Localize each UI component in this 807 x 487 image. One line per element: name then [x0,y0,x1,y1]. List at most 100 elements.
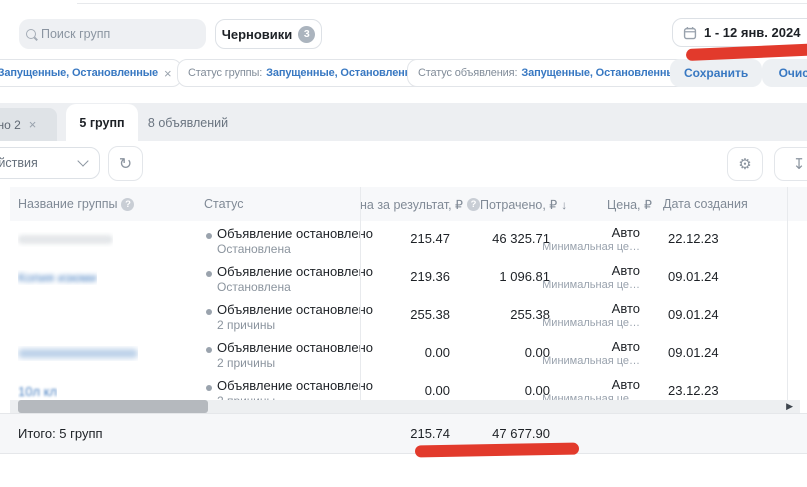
horizontal-scrollbar[interactable] [10,400,800,413]
tab-groups[interactable]: 5 групп [66,104,138,141]
settings-button[interactable]: ⚙ [727,147,763,181]
status-text: Объявление остановлено [217,226,373,241]
spent-value: 255.38 [455,307,550,322]
price-note: Минимальная це… [540,355,640,367]
column-header-cost-per-result[interactable]: на за результат, ₽ ? [360,197,480,212]
redacted-group-name-link[interactable] [18,349,138,358]
filter-chip-value: Запущенные, Остановленные [0,67,158,79]
ads-manager-groups-screen: Поиск групп Черновики 3 1 - 12 янв. 2024… [0,0,807,487]
gear-icon: ⚙ [738,155,751,173]
group-name-link[interactable]: 10л кл [18,384,57,399]
price-cell: Авто Минимальная це… [540,225,640,253]
search-icon [26,29,36,39]
column-divider [360,187,361,400]
sort-desc-icon: ↓ [561,198,567,212]
created-date: 23.12.23 [668,383,719,398]
column-header-spent[interactable]: Потрачено, ₽ ↓ [480,197,567,212]
actions-dropdown[interactable]: Действия [0,147,100,179]
date-range-label: 1 - 12 янв. 2024 [704,25,800,40]
help-icon[interactable]: ? [121,198,134,211]
scroll-right-icon[interactable]: ▶ [786,401,793,412]
price-type: Авто [612,339,640,354]
status-note: 2 причины [217,318,275,332]
cost-per-result-value: 255.38 [360,307,450,322]
status-text: Объявление остановлено [217,264,373,279]
spent-value: 1 096.81 [455,269,550,284]
table-row: Копия изюми Объявление остановлено Остан… [10,259,807,298]
price-cell: Авто Минимальная це… [540,301,640,329]
table-header: Название группы ? Статус на за результат… [10,187,807,221]
spent-value: 0.00 [455,345,550,360]
filter-chip-ad-status[interactable]: Статус объявления: Запущенные, Остановле… [407,59,706,87]
price-note: Минимальная це… [540,241,640,253]
cost-per-result-value: 0.00 [360,383,450,398]
group-name-link[interactable]: Копия изюми [18,270,97,285]
filter-chip-label: Статус объявления: [418,67,517,79]
search-placeholder: Поиск групп [41,27,110,41]
drafts-button[interactable]: Черновики 3 [215,19,322,49]
download-icon: ↧ [793,155,806,173]
price-note: Минимальная це… [540,279,640,291]
column-header-created[interactable]: Дата создания [663,197,748,211]
price-type: Авто [612,301,640,316]
spent-value: 0.00 [455,383,550,398]
status-text: Объявление остановлено [217,378,373,393]
refresh-icon: ↻ [119,154,132,174]
price-type: Авто [612,225,640,240]
spent-value: 46 325.71 [455,231,550,246]
table-row: Объявление остановлено Остановлена 215.4… [10,221,807,260]
status-dot-icon [206,385,212,391]
search-input[interactable]: Поиск групп [19,19,206,49]
filter-chip-value: Запущенные, Остановленные [521,67,681,79]
filter-chip-value: Запущенные, Остановленные [266,67,426,79]
status-dot-icon [206,347,212,353]
totals-label: Итого: 5 групп [18,426,103,441]
price-type: Авто [612,377,640,392]
status-text: Объявление остановлено [217,340,373,355]
tab-ads[interactable]: 8 объявлений [140,104,236,141]
drafts-label: Черновики [222,27,293,42]
clear-filters-button[interactable]: Очистить [762,59,807,87]
filter-chip-campaign-status[interactable]: Статус кампании: Запущенные, Остановленн… [0,59,182,87]
created-date: 09.01.24 [668,269,719,284]
table-row: Объявление остановлено 2 причины 255.38 … [10,297,807,336]
close-icon[interactable]: × [29,118,37,131]
price-note: Минимальная це… [540,317,640,329]
refresh-button[interactable]: ↻ [108,146,143,181]
table-row: Объявление остановлено 2 причины 0.00 0.… [10,335,807,374]
selected-count-label: Выбрано 2 [0,118,21,132]
status-text: Объявление остановлено [217,302,373,317]
calendar-icon [683,26,697,40]
status-dot-icon [206,309,212,315]
close-icon[interactable]: × [164,67,171,80]
column-header-status[interactable]: Статус [204,197,244,211]
filter-chip-label: Статус группы: [188,67,262,79]
status-note: 2 причины [217,356,275,370]
totals-cost-per-result: 215.74 [360,426,450,441]
created-date: 09.01.24 [668,345,719,360]
cost-per-result-value: 0.00 [360,345,450,360]
created-date: 09.01.24 [668,307,719,322]
price-cell: Авто Минимальная це… [540,263,640,291]
actions-label: Действия [0,156,38,170]
scrollbar-thumb[interactable] [18,400,208,413]
help-icon[interactable]: ? [467,198,480,211]
group-name-cell [18,232,113,247]
column-header-price[interactable]: Цена, ₽ [607,197,652,212]
price-cell: Авто Минимальная це… [540,339,640,367]
column-header-name[interactable]: Название группы ? [18,197,134,211]
tab-selected-count[interactable]: Выбрано 2 × [0,108,57,141]
save-filters-button[interactable]: Сохранить [670,59,762,87]
export-button[interactable]: ↧ [774,147,807,181]
chevron-down-icon [77,155,88,166]
cost-per-result-value: 219.36 [360,269,450,284]
redacted-group-name [18,235,113,244]
totals-row: Итого: 5 групп 215.74 47 677.90 [0,413,807,454]
date-range-button[interactable]: 1 - 12 янв. 2024 [672,18,807,47]
group-name-cell: 10л кл [18,384,57,399]
status-dot-icon [206,233,212,239]
red-marker-annotation-totals [415,443,579,458]
cost-per-result-value: 215.47 [360,231,450,246]
status-dot-icon [206,271,212,277]
drafts-count-badge: 3 [298,26,315,43]
